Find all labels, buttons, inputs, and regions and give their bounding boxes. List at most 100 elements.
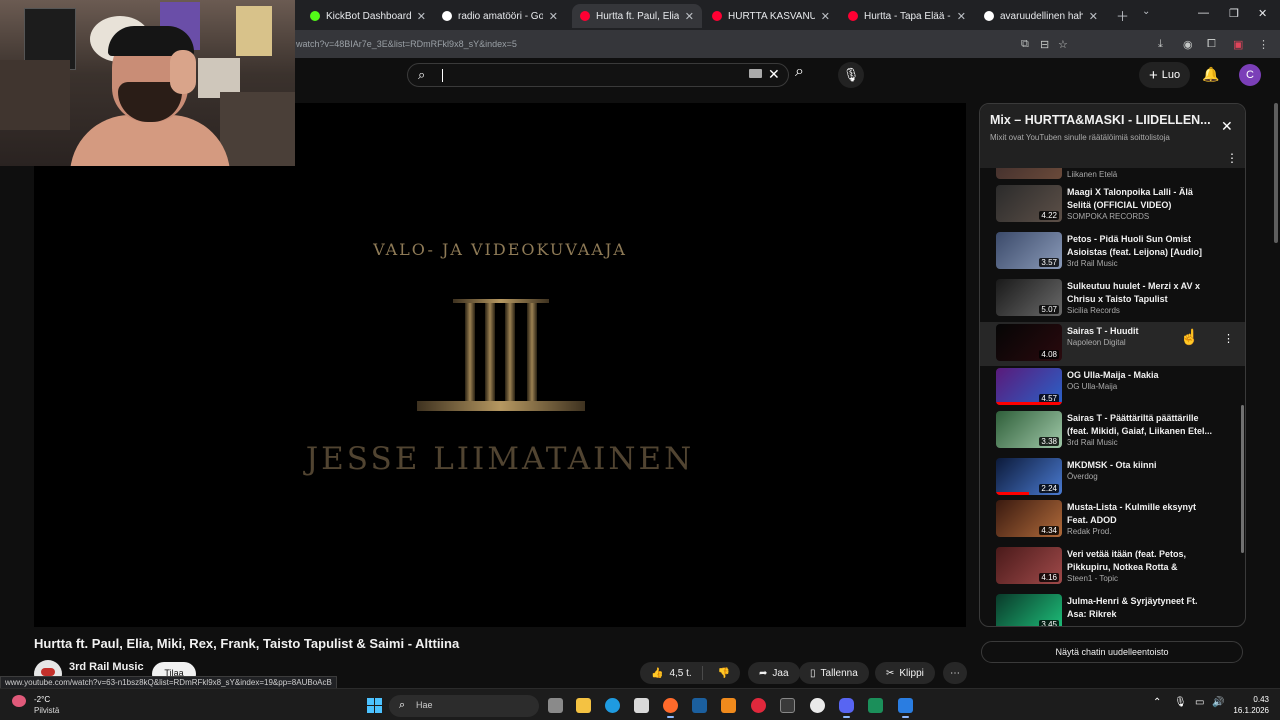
close-tab-icon[interactable]: ✕ xyxy=(417,10,426,23)
steam-icon[interactable] xyxy=(692,698,707,713)
browser-tab[interactable]: avaruudellinen hahmotus ✕ xyxy=(976,4,1106,28)
channel-name[interactable]: 3rd Rail Music xyxy=(69,661,144,673)
clip-button[interactable]: ✂ Klippi xyxy=(875,662,935,684)
video-logo-emblem xyxy=(417,299,585,411)
obs-icon[interactable] xyxy=(868,698,883,713)
close-playlist-icon[interactable]: ✕ xyxy=(1221,118,1233,135)
text-caret xyxy=(442,69,443,82)
playlist-item[interactable]: 3.45 Julma-Henri & Syrjäytyneet Ft. Asa: … xyxy=(980,592,1234,626)
thumbs-up-icon: 👍 xyxy=(651,667,664,679)
playlist-item[interactable]: 5.07 Sulkeutuu huulet - Merzi x AV x Chri… xyxy=(980,277,1234,322)
chrome-icon[interactable] xyxy=(810,698,825,713)
playlist-title[interactable]: Mix – HURTTA&MASKI - LIIDELLEN... xyxy=(990,113,1212,127)
browser-tab[interactable]: KickBot Dashboard ✕ xyxy=(302,4,434,28)
edge-browser-icon[interactable] xyxy=(605,698,620,713)
close-tab-icon[interactable]: ✕ xyxy=(685,10,694,23)
save-button[interactable]: ▯ Tallenna xyxy=(799,662,869,684)
playlist-item-thumbnail[interactable]: 5.07 xyxy=(996,279,1062,316)
close-window-button[interactable]: ✕ xyxy=(1258,7,1267,20)
calculator-icon[interactable] xyxy=(898,698,913,718)
network-icon[interactable]: ▭ xyxy=(1195,697,1204,708)
windows-start-icon[interactable] xyxy=(367,698,382,713)
vlc-icon[interactable] xyxy=(721,698,736,713)
volume-icon[interactable]: 🔊 xyxy=(1212,697,1224,708)
notifications-bell-icon[interactable]: 🔔 xyxy=(1202,66,1219,83)
download-icon[interactable]: ⤓ xyxy=(1158,38,1163,51)
close-tab-icon[interactable]: ✕ xyxy=(549,10,558,23)
install-icon[interactable]: ⊟ xyxy=(1040,38,1049,51)
playlist-item-thumbnail[interactable]: 4.08 xyxy=(996,324,1062,361)
playlist-partial-item[interactable]: Liikanen Etelä xyxy=(980,168,1234,182)
screencast-icon[interactable]: ⧉ xyxy=(1021,38,1029,51)
store-icon[interactable] xyxy=(634,698,649,713)
taskbar-clock[interactable]: 0.43 16.1.2026 xyxy=(1225,694,1269,716)
tab-search-chevron-icon[interactable]: ⌄ xyxy=(1142,6,1150,17)
more-actions-button[interactable]: ⋯ xyxy=(943,662,967,684)
bookmark-star-icon[interactable]: ☆ xyxy=(1058,38,1068,51)
close-tab-icon[interactable]: ✕ xyxy=(1089,10,1098,23)
playlist-item[interactable]: 3.57 Petos - Pidä Huoli Sun Omist Asioist… xyxy=(980,230,1234,275)
playlist-item[interactable]: 4.08 Sairas T - Huudit Napoleon Digital ⋮ xyxy=(980,322,1245,366)
discord-icon[interactable] xyxy=(839,698,854,718)
like-button[interactable]: 👍 4,5 t. xyxy=(640,666,703,680)
extension-badge-icon[interactable]: ▣ xyxy=(1233,38,1243,51)
new-tab-button[interactable]: ＋ xyxy=(1116,6,1129,25)
playlist-header: Mix – HURTTA&MASKI - LIIDELLEN... Mixit … xyxy=(980,104,1245,168)
search-button[interactable]: ⌕ xyxy=(795,63,804,81)
close-tab-icon[interactable]: ✕ xyxy=(821,10,830,23)
playlist-item[interactable]: 4.22 Maagi X Talonpoika Lalli - Älä Selit… xyxy=(980,183,1234,228)
playlist-menu-icon[interactable]: ⋮ xyxy=(1226,151,1238,165)
avatar[interactable]: C xyxy=(1239,64,1261,86)
playlist-item-duration: 4.22 xyxy=(1039,211,1059,220)
show-chat-replay-button[interactable]: Näytä chatin uudelleentoisto xyxy=(981,641,1243,663)
playlist-item-thumbnail[interactable]: 3.57 xyxy=(996,232,1062,269)
menu-dots-icon[interactable]: ⋮ xyxy=(1258,38,1269,51)
create-button[interactable]: + Luo xyxy=(1139,62,1191,88)
file-explorer-icon[interactable] xyxy=(576,698,591,713)
browser-tab[interactable]: Hurtta ft. Paul, Elia, Miki, Re ✕ xyxy=(572,4,702,28)
video-player[interactable]: VALO- JA VIDEOKUVAAJA JESSE LIIMATAINEN xyxy=(34,103,966,627)
playlist-item-thumbnail[interactable]: 4.34 xyxy=(996,500,1062,537)
playlist-item-thumbnail[interactable]: 4.57 xyxy=(996,368,1062,405)
weather-icon[interactable] xyxy=(12,695,26,707)
playlist-item[interactable]: 3.38 Sairas T - Päättäriltä päättärille (… xyxy=(980,409,1234,454)
playlist-item-thumbnail[interactable]: 3.38 xyxy=(996,411,1062,448)
profile-icon[interactable]: ◉ xyxy=(1183,38,1193,51)
terminal-icon[interactable] xyxy=(780,698,795,713)
playlist-item-progress xyxy=(996,402,1062,405)
browser-tab[interactable]: Hurtta - Tapa Elää - YouTub ✕ xyxy=(840,4,974,28)
taskbar-search[interactable]: ⌕ Hae xyxy=(389,695,539,717)
playlist-item-thumbnail[interactable]: 3.45 xyxy=(996,594,1062,626)
search-box[interactable]: ⌕ ✕ xyxy=(407,63,789,87)
extensions-icon[interactable]: ⧠ xyxy=(1207,38,1216,51)
playlist-item-thumbnail[interactable]: 4.16 xyxy=(996,547,1062,584)
playlist-item[interactable]: 4.34 Musta-Lista - Kulmille eksynyt Feat.… xyxy=(980,498,1234,543)
browser-tab[interactable]: HURTTA KASVANU VÄHÄN ✕ xyxy=(704,4,838,28)
clock-time: 0.43 xyxy=(1253,695,1269,704)
playlist-item[interactable]: 4.57 OG Ulla-Maija - Makia OG Ulla-Maija xyxy=(980,366,1234,411)
browser-tab[interactable]: radio amatööri - Google-h ✕ xyxy=(434,4,566,28)
voice-search-icon[interactable]: 🎙 xyxy=(838,62,864,88)
clear-search-icon[interactable]: ✕ xyxy=(768,66,780,83)
dislike-button[interactable]: 👎 xyxy=(708,668,740,679)
close-tab-icon[interactable]: ✕ xyxy=(957,10,966,23)
playlist-item[interactable]: 2.24 MKDMSK - Ota kiinni Överdog xyxy=(980,456,1234,501)
tray-chevron-icon[interactable]: ⌃ xyxy=(1153,697,1161,708)
playlist-item[interactable]: 4.16 Veri vetää itään (feat. Petos, Pikku… xyxy=(980,545,1234,590)
clip-label: Klippi xyxy=(899,667,924,679)
playlist-item-thumbnail[interactable]: 2.24 xyxy=(996,458,1062,495)
playlist-item-thumbnail[interactable]: 4.22 xyxy=(996,185,1062,222)
playlist-item-menu-icon[interactable]: ⋮ xyxy=(1223,332,1234,345)
playlist-scrollbar[interactable] xyxy=(1241,405,1244,553)
firefox-icon[interactable] xyxy=(663,698,678,718)
task-view-icon[interactable] xyxy=(548,698,563,713)
share-button[interactable]: ➦ Jaa xyxy=(748,662,800,684)
page-scrollbar[interactable] xyxy=(1274,103,1278,243)
microphone-tray-icon[interactable]: 🎙 xyxy=(1174,697,1187,708)
restore-button[interactable]: ❐ xyxy=(1229,7,1239,20)
playlist-item-title: Veri vetää itään (feat. Petos, Pikkupiru… xyxy=(1067,549,1187,572)
minimize-button[interactable]: — xyxy=(1198,7,1209,19)
keyboard-icon[interactable] xyxy=(749,69,762,78)
opera-icon[interactable] xyxy=(751,698,766,713)
url-text[interactable]: watch?v=48BIAr7e_3E&list=RDmRFkl9x8_sY&i… xyxy=(296,39,517,49)
